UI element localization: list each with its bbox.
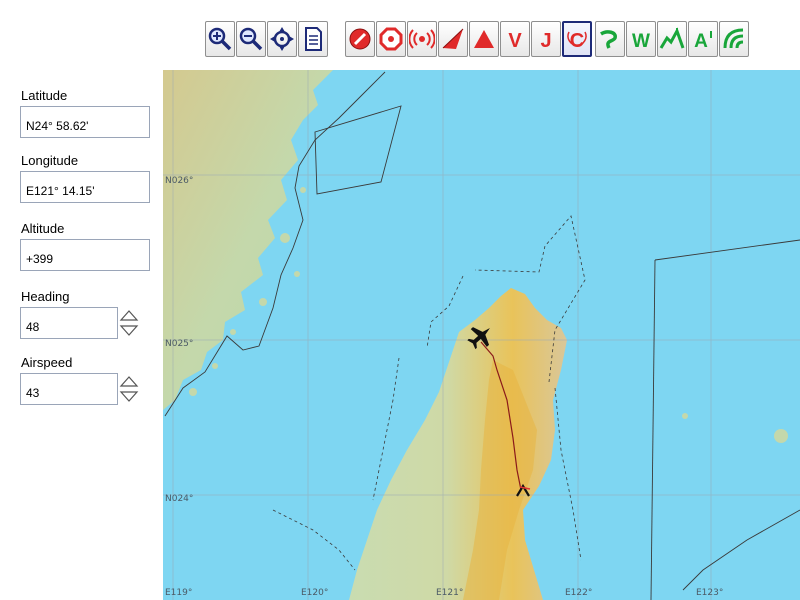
lake-icon [600, 30, 617, 49]
j-airway-label: J [540, 30, 551, 52]
lon-label-122: E122° [565, 588, 592, 598]
v-airway-label: V [508, 30, 522, 52]
triangle-icon [474, 30, 494, 48]
lon-label-120: E120° [301, 588, 328, 598]
road-icon [723, 28, 744, 49]
latitude-field[interactable] [20, 106, 150, 138]
airspeed-label: Airspeed [21, 355, 73, 370]
class-c-label: C [570, 30, 584, 52]
lat-label-025: N025° [165, 339, 193, 349]
lat-label-024: N024° [165, 494, 193, 504]
road-button[interactable] [719, 21, 749, 57]
lon-label-121: E121° [436, 588, 463, 598]
heading-down-arrow-icon[interactable] [119, 325, 139, 336]
altitude-field[interactable] [20, 239, 150, 271]
airport-button[interactable] [376, 21, 406, 57]
octagon-icon [379, 27, 403, 51]
lon-label-123: E123° [696, 588, 723, 598]
radio-beacon-button[interactable] [407, 21, 437, 57]
class-c-airspace-button[interactable]: C [562, 21, 592, 57]
latitude-label: Latitude [21, 88, 68, 103]
zoom-in-icon [208, 27, 232, 51]
lat-label-026: N026° [165, 176, 193, 186]
v-airway-button[interactable]: V [500, 21, 530, 57]
flight-info-panel: Latitude Longitude Altitude Heading Airs… [0, 62, 162, 600]
crosshair-icon [270, 27, 294, 51]
heading-up-arrow-icon[interactable] [119, 310, 139, 321]
heading-label: Heading [21, 289, 70, 304]
document-icon [305, 27, 322, 51]
restricted-area-button[interactable] [345, 21, 375, 57]
center-map-button[interactable] [267, 21, 297, 57]
map-view[interactable]: N026° N025° N024° E119° E120° E121° E122… [163, 70, 800, 600]
airspeed-spinner[interactable] [119, 374, 139, 404]
airspeed-down-arrow-icon[interactable] [119, 391, 139, 402]
waypoint-button[interactable]: W [626, 21, 656, 57]
airspeed-field[interactable] [20, 373, 118, 405]
altitude-button[interactable]: A [688, 21, 718, 57]
letter-j-icon: J [540, 30, 551, 52]
airspeed-up-arrow-icon[interactable] [119, 376, 139, 387]
altitude-label: Altitude [21, 221, 65, 236]
lon-label-119: E119° [165, 588, 192, 598]
altitude-label: A [694, 31, 708, 52]
route-button[interactable] [438, 21, 468, 57]
heading-spinner[interactable] [119, 308, 139, 338]
mainland-landmass [163, 70, 333, 410]
zoom-out-button[interactable] [236, 21, 266, 57]
waypoint-label: W [632, 31, 650, 52]
terrain-icon [659, 27, 685, 49]
letter-v-icon: V [508, 30, 522, 52]
longitude-label: Longitude [21, 153, 79, 168]
no-entry-icon [349, 28, 371, 50]
heading-field[interactable] [20, 307, 118, 339]
map-canvas[interactable]: N026° N025° N024° E119° E120° E121° E122… [163, 70, 800, 600]
longitude-field[interactable] [20, 171, 150, 203]
print-button[interactable] [298, 21, 328, 57]
map-toolbar: V J C W A [0, 0, 800, 62]
lake-button[interactable] [595, 21, 625, 57]
obstacle-button[interactable] [469, 21, 499, 57]
letter-c-icon: C [567, 30, 587, 52]
letter-w-icon: W [632, 31, 650, 52]
radio-waves-icon [409, 29, 435, 49]
terrain-button[interactable] [657, 21, 687, 57]
zoom-out-icon [239, 27, 263, 51]
paper-plane-icon [442, 28, 464, 49]
j-airway-button[interactable]: J [531, 21, 561, 57]
letter-a-icon: A [694, 31, 712, 52]
zoom-in-button[interactable] [205, 21, 235, 57]
